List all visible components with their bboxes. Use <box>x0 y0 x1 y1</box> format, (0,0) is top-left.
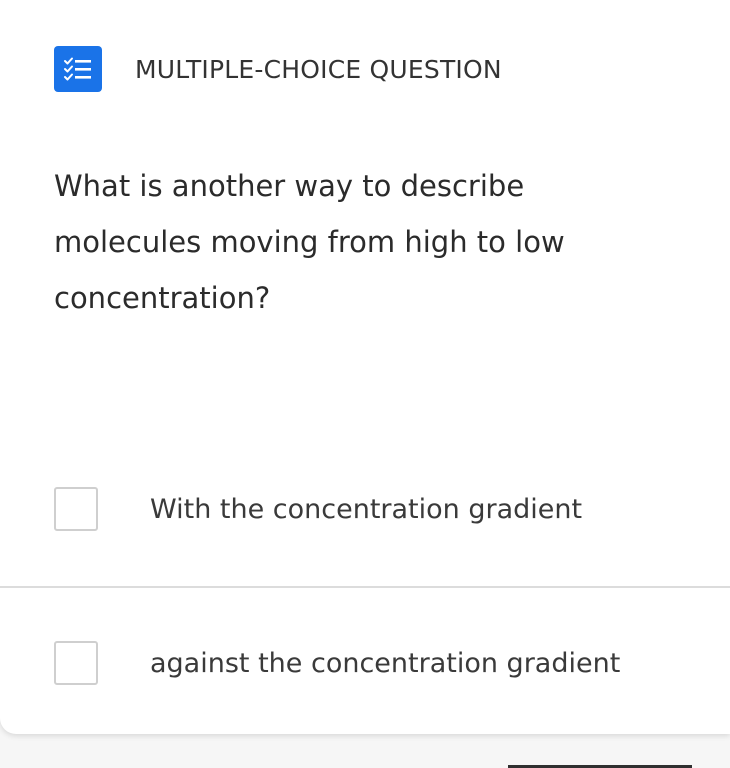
option-2-label[interactable]: against the concentration gradient <box>150 648 620 679</box>
question-card: MULTIPLE-CHOICE QUESTION What is another… <box>0 0 730 734</box>
question-type-label: MULTIPLE-CHOICE QUESTION <box>135 54 502 84</box>
answer-option-1[interactable]: With the concentration gradient <box>0 432 730 588</box>
option-2-checkbox[interactable] <box>54 641 98 685</box>
option-1-label[interactable]: With the concentration gradient <box>150 494 582 525</box>
checklist-icon <box>54 46 102 92</box>
question-header: MULTIPLE-CHOICE QUESTION <box>54 46 502 92</box>
option-1-checkbox[interactable] <box>54 487 98 531</box>
answer-option-2[interactable]: against the concentration gradient <box>0 586 730 734</box>
question-text: What is another way to describe molecule… <box>54 169 565 315</box>
